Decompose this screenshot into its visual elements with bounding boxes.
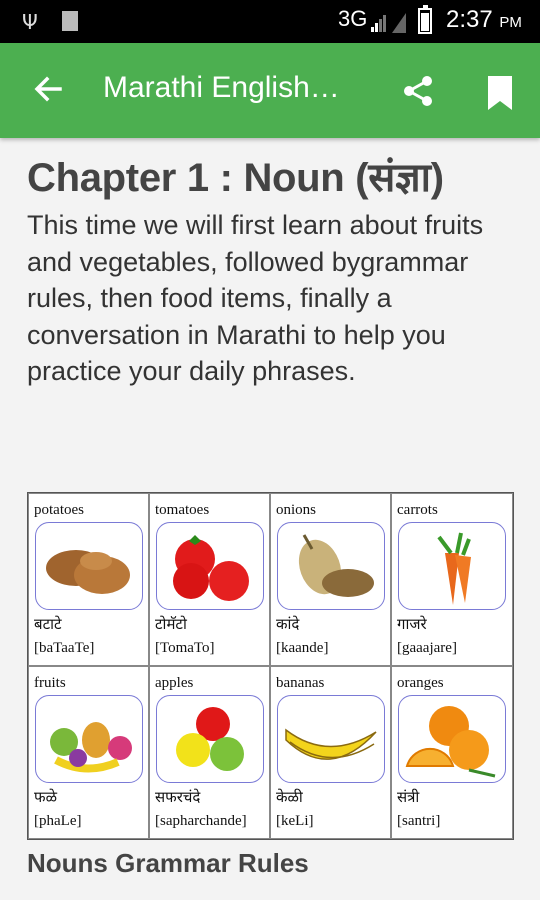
chapter-title: Chapter 1 : Noun (संज्ञा) xyxy=(27,156,444,200)
english-word: apples xyxy=(155,675,194,691)
vocab-cell: potatoes बटाटे [baTaaTe] xyxy=(28,493,149,666)
marathi-word: गाजरे xyxy=(397,615,427,633)
marathi-word: केळी xyxy=(276,788,303,806)
english-word: onions xyxy=(276,502,317,518)
english-word: bananas xyxy=(276,675,325,691)
bananas-icon xyxy=(277,695,385,783)
apples-icon xyxy=(156,695,264,783)
transliteration: [kaande] xyxy=(276,640,329,656)
vocab-cell: carrots गाजरे [gaaajare] xyxy=(391,493,513,666)
share-icon[interactable] xyxy=(400,73,436,109)
signal-icon xyxy=(371,14,387,32)
intro-paragraph: This time we will first learn about frui… xyxy=(27,210,484,386)
marathi-word: सफरचंदे xyxy=(155,788,201,806)
no-signal-icon xyxy=(392,13,406,33)
bookmark-icon[interactable] xyxy=(485,76,515,110)
network-type: 3G xyxy=(338,6,368,31)
transliteration: [gaaajare] xyxy=(397,640,457,656)
transliteration: [TomaTo] xyxy=(155,640,215,656)
vocab-cell: tomatoes टोमॅटो [TomaTo] xyxy=(149,493,270,666)
english-word: tomatoes xyxy=(155,502,210,518)
status-bar: Ψ 3G 2:37 PM xyxy=(0,0,540,43)
marathi-word: कांदे xyxy=(276,615,300,633)
fruits-icon xyxy=(35,695,143,783)
carrots-icon xyxy=(398,522,506,610)
vocabulary-table: potatoes बटाटे [baTaaTe] tomatoes टोमॅटो… xyxy=(27,492,514,840)
vocab-cell: onions कांदे [kaande] xyxy=(270,493,391,666)
section-heading: Nouns Grammar Rules xyxy=(27,848,309,878)
oranges-icon xyxy=(398,695,506,783)
transliteration: [sapharchande] xyxy=(155,813,247,829)
english-word: fruits xyxy=(34,675,66,691)
app-title: Marathi English… xyxy=(103,71,340,104)
english-word: potatoes xyxy=(34,502,84,518)
clock: 2:37 PM xyxy=(446,6,522,33)
usb-icon: Ψ xyxy=(22,10,38,34)
sd-card-icon xyxy=(62,11,78,31)
tomatoes-icon xyxy=(156,522,264,610)
app-bar: Marathi English… xyxy=(0,43,540,138)
potatoes-icon xyxy=(35,522,143,610)
vocab-cell: apples सफरचंदे [sapharchande] xyxy=(149,666,270,839)
marathi-word: बटाटे xyxy=(34,615,62,633)
transliteration: [keLi] xyxy=(276,813,314,829)
marathi-word: फळे xyxy=(34,788,57,806)
english-word: oranges xyxy=(397,675,444,691)
english-word: carrots xyxy=(397,502,438,518)
transliteration: [santri] xyxy=(397,813,441,829)
marathi-word: संत्री xyxy=(397,788,420,806)
transliteration: [baTaaTe] xyxy=(34,640,95,656)
onions-icon xyxy=(277,522,385,610)
marathi-word: टोमॅटो xyxy=(155,615,187,633)
vocab-cell: fruits फळे [phaLe] xyxy=(28,666,149,839)
article-content: Chapter 1 : Noun (संज्ञा) This time we w… xyxy=(27,138,517,390)
transliteration: [phaLe] xyxy=(34,813,82,829)
vocab-cell: bananas केळी [keLi] xyxy=(270,666,391,839)
vocab-cell: oranges संत्री [santri] xyxy=(391,666,513,839)
battery-icon xyxy=(418,5,432,34)
back-arrow-icon[interactable] xyxy=(30,71,66,107)
